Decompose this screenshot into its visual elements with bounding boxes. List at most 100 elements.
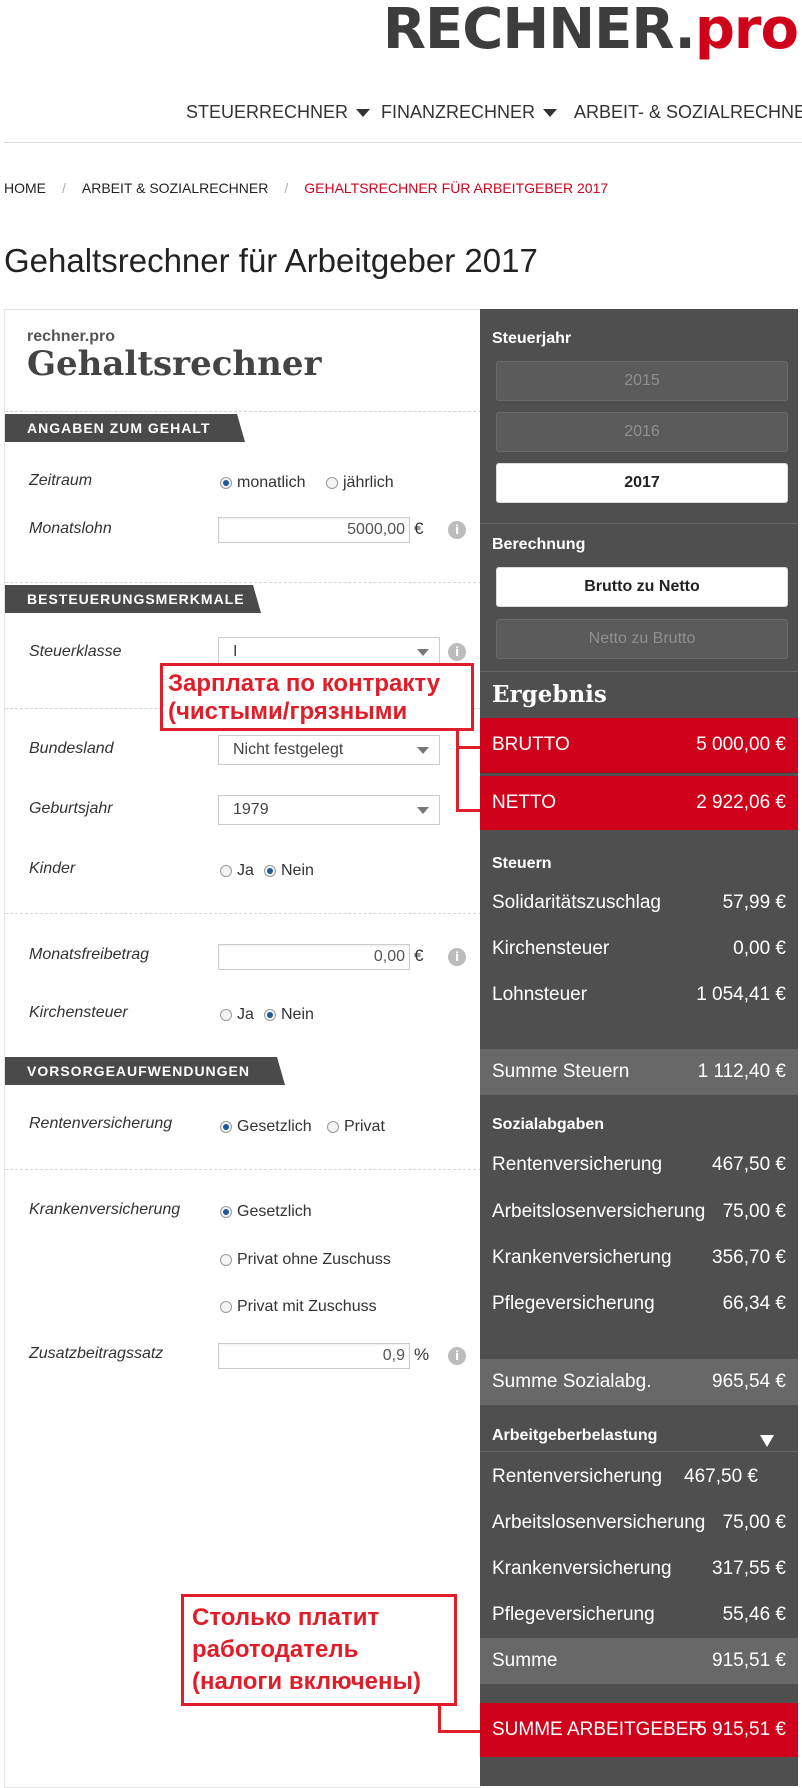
divider bbox=[480, 1451, 798, 1452]
divider bbox=[5, 582, 481, 583]
site-logo[interactable]: RECHNER.pro bbox=[383, 0, 799, 62]
row-label: Kirchensteuer bbox=[492, 938, 610, 959]
year-2017-button[interactable]: 2017 bbox=[496, 463, 788, 503]
brutto-value: 5 000,00 € bbox=[696, 734, 786, 755]
kirchensteuer-label: Kirchensteuer bbox=[29, 1004, 128, 1021]
info-icon[interactable]: i bbox=[448, 1347, 466, 1365]
zeitraum-monatlich-radio[interactable]: monatlich bbox=[220, 474, 305, 492]
brutto-label: BRUTTO bbox=[492, 734, 570, 755]
row-value: 75,00 € bbox=[722, 1512, 786, 1533]
row-value: 57,99 € bbox=[722, 892, 786, 913]
sum-value: 965,54 € bbox=[712, 1371, 786, 1392]
kinder-nein-radio[interactable]: Nein bbox=[264, 862, 314, 880]
row-value: 356,70 € bbox=[712, 1247, 786, 1268]
row-label: Arbeitslosenversicherung bbox=[492, 1512, 706, 1533]
zeitraum-label: Zeitraum bbox=[29, 472, 93, 489]
breadcrumb-home[interactable]: HOME bbox=[4, 180, 46, 196]
currency-unit: € bbox=[414, 519, 424, 538]
percent-unit: % bbox=[414, 1345, 430, 1364]
summe-arbeitgeber-total-row: SUMME ARBEITGEBER 5 915,51 € bbox=[480, 1703, 798, 1757]
summe-sozialabgaben-row: Summe Sozialabg. 965,54 € bbox=[480, 1359, 798, 1405]
bundesland-label: Bundesland bbox=[29, 740, 114, 757]
monatsfreibetrag-input[interactable]: 0,00 bbox=[218, 944, 410, 970]
total-value: 5 915,51 € bbox=[696, 1719, 786, 1740]
breadcrumb-parent[interactable]: ARBEIT & SOZIALRECHNER bbox=[82, 180, 268, 196]
annotation-contract-salary: Зарплата по контракту (чистыми/грязными bbox=[160, 663, 474, 731]
kirchensteuer-nein-radio[interactable]: Nein bbox=[264, 1006, 314, 1024]
annotation-connector bbox=[456, 809, 480, 812]
kranken-gesetzlich-radio[interactable]: Gesetzlich bbox=[220, 1203, 312, 1221]
radio-label: Nein bbox=[281, 862, 314, 879]
section-vorsorgeaufwendungen: VORSORGEAUFWENDUNGEN bbox=[5, 1057, 285, 1085]
monatslohn-label: Monatslohn bbox=[29, 520, 112, 537]
kranken-privat-ohne-radio[interactable]: Privat ohne Zuschuss bbox=[220, 1251, 391, 1269]
monatslohn-input[interactable]: 5000,00 bbox=[218, 517, 410, 543]
info-icon[interactable]: i bbox=[448, 643, 466, 661]
logo-text-red: pro bbox=[694, 0, 799, 62]
netto-zu-brutto-button[interactable]: Netto zu Brutto bbox=[496, 619, 788, 659]
row-label: Solidaritätszuschlag bbox=[492, 892, 661, 913]
steuerklasse-label: Steuerklasse bbox=[29, 643, 122, 660]
sum-label: Summe bbox=[492, 1650, 558, 1671]
kinder-ja-radio[interactable]: Ja bbox=[220, 862, 254, 880]
zeitraum-jaehrlich-radio[interactable]: jährlich bbox=[326, 474, 394, 492]
renten-gesetzlich-radio[interactable]: Gesetzlich bbox=[220, 1118, 312, 1136]
row-label: Rentenversicherung bbox=[492, 1154, 663, 1175]
divider bbox=[5, 913, 481, 914]
divider bbox=[480, 772, 798, 773]
radio-unchecked-icon bbox=[220, 1254, 232, 1266]
zusatzbeitragssatz-input[interactable]: 0,9 bbox=[218, 1343, 410, 1369]
brand-title: Gehaltsrechner bbox=[27, 344, 322, 384]
select-value: 1979 bbox=[233, 801, 269, 818]
radio-label: Privat ohne Zuschuss bbox=[237, 1251, 391, 1268]
berechnung-label: Berechnung bbox=[492, 536, 586, 553]
radio-unchecked-icon bbox=[220, 865, 232, 877]
nav-item-label: FINANZRECHNER bbox=[381, 102, 536, 122]
radio-label: Privat bbox=[344, 1118, 385, 1135]
annotation-line: (налоги включены) bbox=[192, 1668, 421, 1695]
toggle-triangle-icon[interactable] bbox=[760, 1435, 774, 1447]
radio-checked-icon bbox=[264, 1009, 276, 1021]
nav-item-label: STEUERRECHNER bbox=[186, 102, 349, 122]
row-label: Rentenversicherung bbox=[492, 1466, 663, 1487]
divider bbox=[5, 1169, 481, 1170]
bundesland-select[interactable]: Nicht festgelegt bbox=[218, 735, 440, 765]
row-label: Lohnsteuer bbox=[492, 984, 588, 1005]
chevron-down-icon bbox=[417, 747, 429, 754]
kinder-label: Kinder bbox=[29, 860, 76, 877]
sum-label: Summe Steuern bbox=[492, 1061, 630, 1082]
year-2016-button[interactable]: 2016 bbox=[496, 412, 788, 452]
rentenversicherung-label: Rentenversicherung bbox=[29, 1115, 173, 1132]
steuerjahr-label: Steuerjahr bbox=[492, 330, 572, 347]
divider bbox=[5, 411, 481, 412]
sum-value: 915,51 € bbox=[712, 1650, 786, 1671]
steuern-row-kirchensteuer: Kirchensteuer 0,00 € bbox=[480, 929, 798, 969]
nav-item-arbeit-sozialrechner[interactable]: ARBEIT- & SOZIALRECHNER bbox=[574, 102, 802, 123]
zusatzbeitragssatz-label: Zusatzbeitragssatz bbox=[29, 1345, 164, 1362]
kirchensteuer-ja-radio[interactable]: Ja bbox=[220, 1006, 254, 1024]
row-value: 467,50 € bbox=[712, 1154, 786, 1175]
radio-checked-icon bbox=[220, 1206, 232, 1218]
sozial-row-arbeitslosen: Arbeitslosenversicherung 75,00 € bbox=[480, 1192, 798, 1232]
monatsfreibetrag-label: Monatsfreibetrag bbox=[29, 946, 150, 963]
ergebnis-heading: Ergebnis bbox=[492, 681, 607, 708]
sum-value: 1 112,40 € bbox=[697, 1061, 786, 1082]
brutto-row: BRUTTO 5 000,00 € bbox=[480, 718, 798, 772]
currency-unit: € bbox=[414, 946, 424, 965]
brutto-zu-netto-button[interactable]: Brutto zu Netto bbox=[496, 567, 788, 607]
nav-item-finanzrechner[interactable]: FINANZRECHNER bbox=[381, 102, 558, 123]
annotation-line: работодатель bbox=[192, 1636, 359, 1663]
row-label: Krankenversicherung bbox=[492, 1558, 672, 1579]
kranken-privat-mit-radio[interactable]: Privat mit Zuschuss bbox=[220, 1298, 377, 1316]
info-icon[interactable]: i bbox=[448, 521, 466, 539]
select-value: I bbox=[233, 643, 238, 660]
radio-label: Gesetzlich bbox=[237, 1118, 312, 1135]
ag-row-pflege: Pflegeversicherung 55,46 € bbox=[480, 1595, 798, 1635]
info-icon[interactable]: i bbox=[448, 948, 466, 966]
renten-privat-radio[interactable]: Privat bbox=[327, 1118, 385, 1136]
year-2015-button[interactable]: 2015 bbox=[496, 361, 788, 401]
nav-item-steuerrechner[interactable]: STEUERRECHNER bbox=[186, 102, 371, 123]
nav-divider bbox=[4, 142, 802, 143]
geburtsjahr-select[interactable]: 1979 bbox=[218, 795, 440, 825]
radio-unchecked-icon bbox=[326, 477, 338, 489]
